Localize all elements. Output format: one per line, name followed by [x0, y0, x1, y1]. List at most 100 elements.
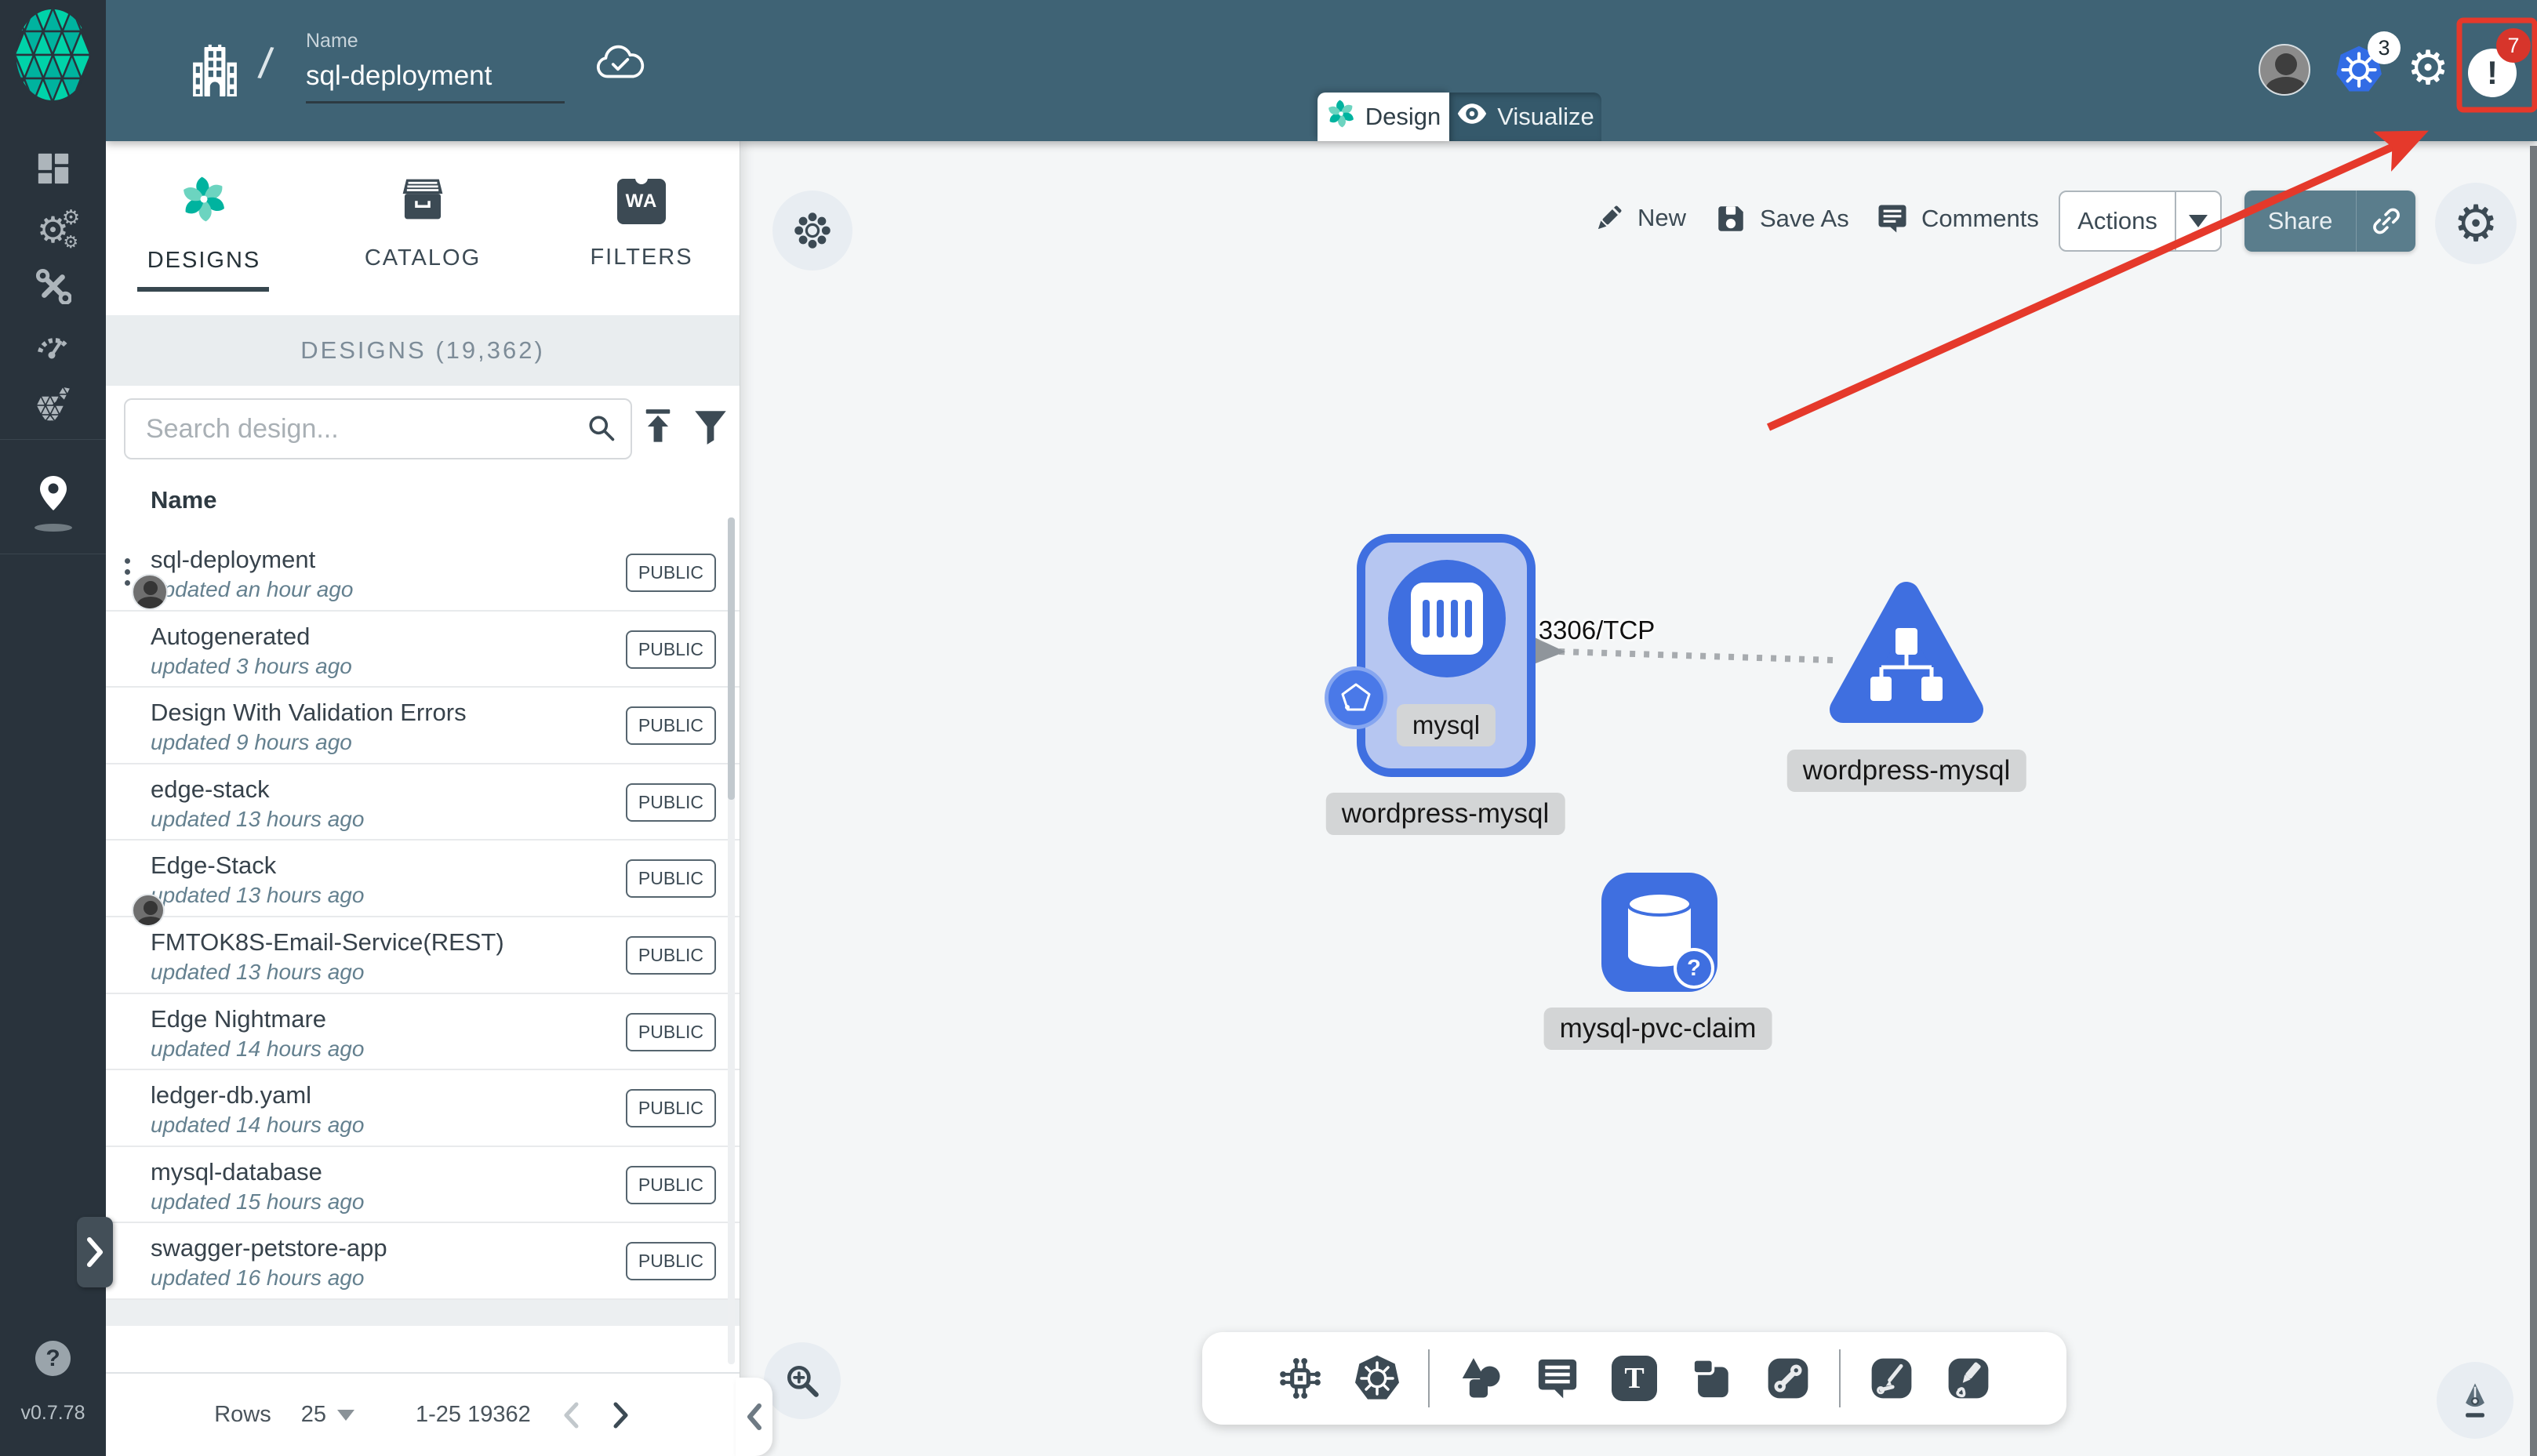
component-circuit-tool[interactable] [1274, 1353, 1326, 1404]
node-service[interactable] [1819, 575, 1994, 741]
share-button-main[interactable]: Share [2244, 191, 2356, 252]
sidebar-item-lifecycle[interactable]: ⚙ ⚙ ⚙ [0, 202, 106, 257]
pen-arrow-tool[interactable] [1866, 1353, 1917, 1404]
user-avatar[interactable] [2259, 44, 2310, 96]
shapes-tool[interactable] [1455, 1353, 1507, 1404]
design-updated-time: updated 3 hours ago [151, 653, 352, 678]
import-design-button[interactable] [641, 408, 675, 449]
filter-designs-button[interactable] [692, 409, 729, 449]
column-header-name: Name [151, 486, 217, 514]
design-owner-avatar [132, 894, 165, 928]
eye-icon [1456, 102, 1488, 132]
search-icon[interactable] [585, 412, 616, 447]
panel-tab-filters-label: FILTERS [590, 244, 693, 270]
design-list-item[interactable]: mysql-database updated 15 hours ago PUBL… [106, 1146, 740, 1224]
note-tool[interactable] [1685, 1353, 1737, 1404]
panel-tab-filters[interactable]: WA FILTERS [547, 141, 736, 307]
tab-design-label: Design [1365, 103, 1441, 130]
copy-link-button[interactable] [2356, 191, 2415, 252]
extensions-icon [35, 384, 72, 427]
design-list-item[interactable]: Design With Validation Errors updated 9 … [106, 688, 740, 764]
actions-dropdown-toggle[interactable] [2175, 192, 2220, 250]
previous-page-button[interactable] [561, 1401, 581, 1429]
node-persistent-volume-claim[interactable]: ? [1601, 873, 1717, 992]
design-name: Edge Nightmare [151, 1004, 327, 1033]
panel-scrollbar-thumb[interactable] [728, 517, 735, 800]
tab-design[interactable]: Design [1318, 93, 1449, 141]
design-list-item[interactable]: swagger-petstore-app updated 16 hours ag… [106, 1223, 740, 1300]
canvas-settings-button[interactable]: ⚙ [2435, 183, 2517, 264]
panel-collapse-handle[interactable] [736, 1378, 772, 1456]
page-scrollbar[interactable] [2530, 146, 2537, 1456]
sidebar-item-extensions[interactable] [0, 378, 106, 433]
actions-split-button[interactable]: Actions [2059, 191, 2222, 252]
design-list-item[interactable]: edge-stack updated 13 hours ago PUBLIC [106, 764, 740, 841]
design-list-item[interactable]: sql-deployment updated an hour ago PUBLI… [106, 535, 740, 612]
sidebar-expand-handle[interactable] [77, 1217, 113, 1287]
design-updated-time: updated 13 hours ago [151, 806, 365, 831]
mode-tab-group: Design Visualize [1318, 93, 1601, 141]
link-tool[interactable] [1762, 1353, 1814, 1404]
design-list-item[interactable]: Edge-Stack updated 13 hours ago PUBLIC [106, 841, 740, 928]
settings-gear-button[interactable]: ⚙ [2402, 41, 2454, 96]
note-tool-icon [1692, 1358, 1728, 1398]
container-icon [1411, 583, 1483, 655]
tab-visualize[interactable]: Visualize [1449, 93, 1601, 141]
save-as-button[interactable]: Save As [1714, 202, 1849, 235]
design-updated-time: updated 16 hours ago [151, 1265, 365, 1291]
comment-tool-icon [1538, 1359, 1577, 1399]
new-design-button[interactable]: New [1594, 202, 1686, 234]
design-name-input[interactable] [306, 53, 565, 103]
freehand-pencil-tool[interactable] [1943, 1353, 1994, 1404]
meshery-logo[interactable] [14, 8, 91, 106]
design-name: mysql-database [151, 1157, 322, 1185]
design-list-item[interactable]: Edge Nightmare updated 14 hours ago PUBL… [106, 993, 740, 1071]
panel-tab-designs[interactable]: DESIGNS [110, 141, 298, 307]
design-updated-time: updated 13 hours ago [151, 883, 365, 908]
design-visibility-badge: PUBLIC [625, 1242, 716, 1281]
rows-per-page-select[interactable]: 25 [300, 1402, 355, 1428]
row-menu-icon[interactable] [125, 558, 130, 586]
search-input[interactable] [125, 413, 585, 445]
question-badge: ? [1674, 948, 1714, 989]
design-list-item[interactable]: ledger-db.yaml updated 14 hours ago PUBL… [106, 1070, 740, 1147]
shapes-icon [1462, 1358, 1500, 1398]
zoom-button[interactable] [764, 1342, 841, 1419]
design-name: Design With Validation Errors [151, 699, 467, 727]
list-end-band [106, 1300, 740, 1326]
panel-tab-catalog[interactable]: CATALOG [329, 141, 517, 307]
pvc-node-label: mysql-pvc-claim [1543, 1008, 1772, 1050]
kanvas-pin-icon [35, 474, 72, 519]
text-tool[interactable]: T [1608, 1353, 1660, 1404]
canvas-widgets-button[interactable] [772, 191, 852, 271]
container-circle [1388, 560, 1506, 677]
help-button[interactable]: ? [35, 1341, 71, 1376]
comment-tool[interactable] [1532, 1353, 1583, 1404]
panel-scrollbar[interactable] [728, 517, 735, 1364]
design-list: sql-deployment updated an hour ago PUBLI… [106, 535, 740, 1300]
catalog-archive-icon [399, 177, 446, 225]
link-icon [2372, 208, 2400, 234]
dropdown-arrow-icon [2189, 215, 2208, 227]
performance-icon [35, 325, 72, 364]
design-list-item[interactable]: Autogenerated updated 3 hours ago PUBLIC [106, 611, 740, 688]
next-page-button[interactable] [611, 1401, 631, 1429]
designs-side-panel: DESIGNS CATALOG WA FILTERS DESIGNS (19,3… [106, 141, 740, 1456]
sidebar-item-performance[interactable] [0, 317, 106, 372]
pagination-range: 1-25 19362 [416, 1402, 531, 1427]
sidebar-item-dashboard[interactable] [0, 143, 106, 198]
ink-pen-button[interactable] [2437, 1362, 2513, 1439]
rows-per-page-value: 25 [300, 1402, 327, 1427]
actions-button-main[interactable]: Actions [2060, 192, 2175, 250]
upload-icon [645, 409, 671, 442]
share-split-button[interactable]: Share [2244, 191, 2415, 252]
design-list-item[interactable]: FMTOK8S-Email-Service(REST) updated 13 h… [106, 917, 740, 994]
organization-building-icon[interactable] [191, 44, 239, 103]
node-deployment[interactable]: mysql [1325, 534, 1536, 777]
design-canvas[interactable] [740, 141, 2537, 1456]
sidebar-item-kanvas[interactable] [0, 469, 106, 524]
comments-button[interactable]: Comments [1876, 202, 2039, 235]
kubernetes-tool[interactable] [1351, 1353, 1403, 1404]
sidebar-item-toolkit[interactable] [0, 260, 106, 315]
designs-spiral-icon [180, 175, 228, 227]
